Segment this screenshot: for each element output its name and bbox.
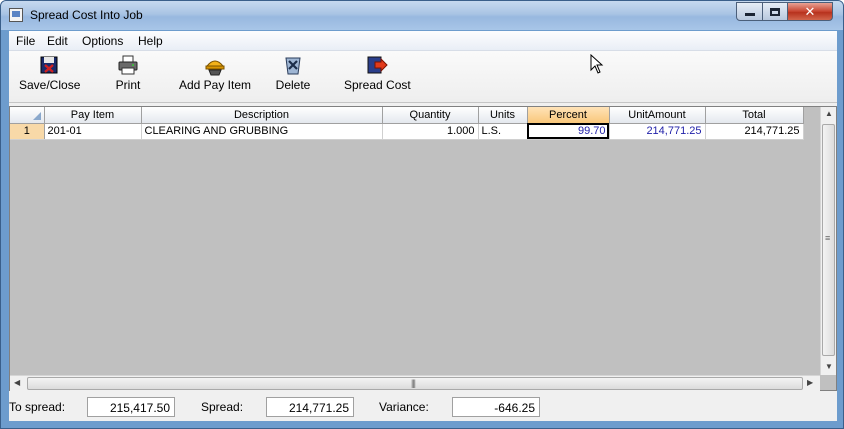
cell-description[interactable]: CLEARING AND GRUBBING	[141, 123, 383, 140]
horizontal-scrollbar[interactable]: ◀ ||| ▶	[10, 375, 820, 391]
table-row[interactable]: 1 201-01 CLEARING AND GRUBBING 1.000 L.S…	[10, 123, 804, 140]
scroll-right-icon[interactable]: ▶	[807, 379, 813, 387]
vertical-scrollbar[interactable]: ▲ ≡ ▼	[820, 107, 836, 375]
column-header-pay-item[interactable]: Pay Item	[44, 107, 142, 124]
totals-bar: To spread: 215,417.50 Spread: 214,771.25…	[9, 394, 837, 421]
window: Spread Cost Into Job ✕ File Edit Options…	[0, 0, 844, 429]
maximize-icon	[770, 7, 780, 16]
printer-icon	[118, 55, 138, 75]
menu-edit[interactable]: Edit	[47, 34, 68, 48]
add-pay-item-button[interactable]: Add Pay Item	[177, 54, 253, 92]
horizontal-scroll-thumb[interactable]: |||	[27, 377, 803, 390]
cell-units[interactable]: L.S.	[478, 123, 528, 140]
maximize-button[interactable]	[762, 2, 788, 21]
menu-bar: File Edit Options Help	[9, 31, 837, 51]
cell-percent[interactable]: 99.70	[527, 123, 610, 140]
grip-icon: |||	[411, 378, 416, 388]
menu-file[interactable]: File	[16, 34, 35, 48]
print-button[interactable]: Print	[107, 54, 149, 92]
variance-label: Variance:	[379, 400, 429, 414]
title-bar[interactable]: Spread Cost Into Job ✕	[1, 1, 843, 30]
cell-total[interactable]: 214,771.25	[705, 123, 804, 140]
app-icon	[9, 8, 23, 22]
save-close-icon	[40, 56, 58, 74]
scroll-left-icon[interactable]: ◀	[14, 379, 20, 387]
minimize-icon	[744, 13, 755, 16]
spread-cost-icon	[367, 56, 388, 74]
scroll-up-icon[interactable]: ▲	[825, 110, 833, 118]
spread-cost-button[interactable]: Spread Cost	[344, 54, 411, 92]
spread-cost-label: Spread Cost	[344, 78, 411, 92]
variance-field[interactable]: -646.25	[452, 397, 540, 417]
add-pay-item-label: Add Pay Item	[178, 78, 252, 92]
close-icon: ✕	[804, 4, 816, 19]
delete-label: Delete	[275, 78, 311, 92]
to-spread-label: To spread:	[9, 400, 66, 414]
delete-button[interactable]: Delete	[273, 54, 313, 92]
column-header-units[interactable]: Units	[478, 107, 528, 124]
to-spread-field[interactable]: 215,417.50	[87, 397, 175, 417]
save-close-button[interactable]: Save/Close	[19, 54, 81, 92]
grid-header-row: Pay Item Description Quantity Units Perc…	[10, 107, 804, 124]
cell-quantity[interactable]: 1.000	[382, 123, 479, 140]
grid-select-all[interactable]	[10, 107, 45, 124]
grid-table: Pay Item Description Quantity Units Perc…	[10, 107, 804, 140]
cell-unit-amount[interactable]: 214,771.25	[609, 123, 706, 140]
column-header-quantity[interactable]: Quantity	[382, 107, 479, 124]
spread-field[interactable]: 214,771.25	[266, 397, 354, 417]
spread-label: Spread:	[201, 400, 244, 414]
row-header[interactable]: 1	[10, 123, 45, 140]
column-header-percent[interactable]: Percent	[527, 107, 610, 124]
save-close-label: Save/Close	[19, 78, 81, 92]
cell-pay-item[interactable]: 201-01	[44, 123, 142, 140]
print-label: Print	[115, 78, 141, 92]
scroll-down-icon[interactable]: ▼	[825, 363, 833, 371]
delete-icon	[285, 57, 301, 75]
menu-options[interactable]: Options	[82, 34, 123, 48]
vertical-scroll-thumb[interactable]: ≡	[822, 124, 835, 356]
grip-icon: ≡	[825, 233, 830, 243]
minimize-button[interactable]	[736, 2, 763, 21]
column-header-total[interactable]: Total	[705, 107, 804, 124]
window-title: Spread Cost Into Job	[30, 8, 143, 22]
menu-help[interactable]: Help	[138, 34, 163, 48]
column-header-description[interactable]: Description	[141, 107, 383, 124]
column-header-unit-amount[interactable]: UnitAmount	[609, 107, 706, 124]
pay-item-grid[interactable]: Pay Item Description Quantity Units Perc…	[9, 106, 837, 391]
mouse-cursor-icon	[590, 54, 604, 74]
close-button[interactable]: ✕	[787, 2, 833, 21]
add-pay-item-icon	[205, 60, 225, 76]
toolbar: Save/Close Print Add Pay Item Delete Spr…	[9, 51, 837, 103]
client-area: File Edit Options Help Save/Close Print …	[9, 31, 837, 421]
